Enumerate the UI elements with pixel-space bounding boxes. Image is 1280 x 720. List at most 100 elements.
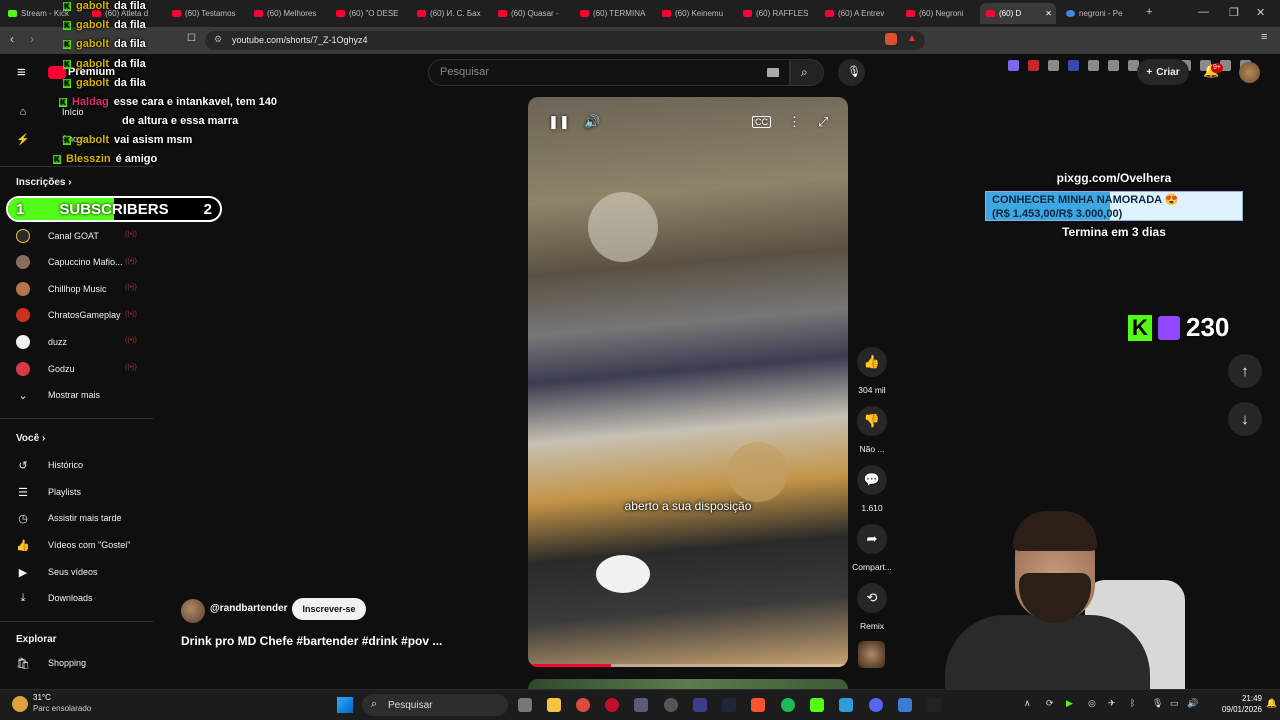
comments-button[interactable]: 💬 1.610 [852,465,892,513]
extension-icon[interactable] [1068,60,1079,71]
share-button[interactable]: ➦ Compart... [852,524,892,572]
back-icon[interactable]: ‹ [10,32,14,46]
file-explorer-icon[interactable] [547,698,561,712]
browser-tab[interactable]: (60) TERMINA [580,3,650,24]
extension-icon[interactable] [1028,60,1039,71]
hamburger-menu-icon[interactable]: ≡ [17,64,26,81]
extension-icon[interactable] [1088,60,1099,71]
tray-icon[interactable]: ▶ [1066,698,1073,709]
windows-start-icon[interactable] [337,697,353,713]
you-heading[interactable]: Você › [16,433,45,444]
dislike-button[interactable]: 👎 Não ... [852,406,892,454]
close-tab-icon[interactable]: ✕ [1045,9,1052,18]
pause-icon[interactable]: ❚❚ [548,114,570,130]
subscriptions-heading[interactable]: Inscrições › [16,177,72,188]
tray-expand-icon[interactable]: ∧ [1024,698,1031,709]
tray-icon[interactable]: ⟳ [1046,698,1054,709]
extension-icon[interactable] [1008,60,1019,71]
bookmark-icon[interactable]: ☐ [187,33,196,44]
clock-time[interactable]: 21:49 [1222,694,1262,703]
channel-name[interactable]: @randbartender [210,603,288,614]
voice-search-button[interactable]: 🎙 [838,59,865,86]
browser-tab[interactable]: (60) И. С. Бах [417,3,487,24]
volume-icon[interactable]: 🔊 [584,114,600,130]
sidebar-item-liked[interactable]: 👍 Vídeos com "Gostei" [16,536,130,554]
search-button[interactable]: ⌕ [790,59,824,86]
network-icon[interactable]: ▭ [1170,698,1179,709]
chrome-icon[interactable] [576,698,590,712]
video-progress-bar[interactable] [528,664,848,667]
previous-short-button[interactable]: ↑ [1228,354,1262,388]
close-window-icon[interactable]: ✕ [1256,6,1265,19]
volume-icon[interactable]: 🔊 [1187,698,1198,709]
brave-rewards-icon[interactable]: ▲ [907,33,917,44]
shorts-video-player[interactable]: ❚❚ 🔊 CC ⋮ ⤢ aberto a sua disposição [528,97,848,667]
kick-app-icon[interactable] [810,698,824,712]
forward-icon[interactable]: › [30,32,34,46]
browser-tab[interactable]: (60) Testamos [172,3,242,24]
sidebar-item-watch-later[interactable]: ◷ Assistir mais tarde [16,509,121,527]
restore-icon[interactable]: ❐ [1229,6,1239,19]
tray-icon[interactable]: ✈ [1108,698,1116,709]
create-button[interactable]: + Criar [1137,59,1189,85]
channel-avatar[interactable] [181,599,205,623]
discord-icon[interactable] [869,698,883,712]
browser-tab[interactable]: (60) Melhores [254,3,324,24]
sidebar-item-playlists[interactable]: ☰ Playlists [16,483,81,501]
app-icon[interactable] [898,698,912,712]
sidebar-channel[interactable]: ChratosGameplay [16,306,121,324]
browser-tab-active[interactable]: (60) D ✕ [980,3,1056,24]
audio-thumbnail[interactable] [858,641,885,668]
browser-tab[interactable]: (60) A Entrev [825,3,895,24]
sidebar-channel[interactable]: Capuccino Mafio... [16,253,123,271]
clock-date[interactable]: 09/01/2026 [1200,705,1262,714]
browser-tab[interactable]: (60) "O DESE [336,3,406,24]
brave-shield-icon[interactable] [885,33,897,45]
app-icon[interactable] [693,698,707,712]
fullscreen-icon[interactable]: ⤢ [818,114,828,130]
next-short-preview[interactable] [528,679,848,689]
menu-icon[interactable]: ≡ [1261,31,1267,43]
weather-icon[interactable] [12,696,28,712]
sidebar-channel[interactable]: Chillhop Music [16,280,107,298]
avatar[interactable] [1239,62,1260,83]
steam-icon[interactable] [722,698,736,712]
video-title[interactable]: Drink pro MD Chefe #bartender #drink #po… [181,634,442,648]
task-view-icon[interactable] [518,698,532,712]
show-more-button[interactable]: ⌄ Mostrar mais [16,386,100,404]
site-info-icon[interactable]: ⚙ [214,34,222,45]
new-tab-icon[interactable]: + [1146,6,1152,18]
opera-icon[interactable] [605,698,619,712]
brave-icon[interactable] [751,698,765,712]
microphone-icon[interactable]: 🎙 [1152,698,1163,709]
extension-icon[interactable] [1048,60,1059,71]
minimize-icon[interactable]: — [1198,6,1209,18]
bluetooth-icon[interactable]: ᛒ [1130,698,1135,708]
sidebar-item-history[interactable]: ↺ Histórico [16,456,83,474]
sidebar-item-shopping[interactable]: 🛍 Shopping [16,654,86,672]
search-input[interactable]: Pesquisar [428,59,790,86]
sidebar-channel[interactable]: Canal GOAT [16,227,99,245]
sidebar-channel[interactable]: duzz [16,333,67,351]
taskbar-search[interactable]: ⌕ Pesquisar [362,694,508,716]
keyboard-icon[interactable] [767,68,779,77]
tray-icon[interactable]: ◎ [1088,698,1096,709]
next-short-button[interactable]: ↓ [1228,402,1262,436]
sidebar-item-your-videos[interactable]: ▶ Seus vídeos [16,563,98,581]
subscribe-button[interactable]: Inscrever-se [292,598,366,620]
app-icon[interactable] [664,698,678,712]
puzzle-icon[interactable] [1108,60,1119,71]
obs-icon[interactable] [927,698,941,712]
app-icon[interactable] [839,698,853,712]
sidebar-item-downloads[interactable]: ⤓ Downloads [16,589,93,607]
address-bar[interactable]: ⚙ youtube.com/shorts/7_Z-1Oghyz4 ▲ [205,31,925,50]
browser-tab[interactable]: (60) RAFFLES [743,3,813,24]
spotify-icon[interactable] [781,698,795,712]
browser-tab[interactable]: negroni - Pe [1066,3,1136,24]
browser-tab[interactable]: (60) Quasar - [498,3,568,24]
app-icon[interactable] [634,698,648,712]
notification-center-icon[interactable]: 🔔 [1266,698,1277,709]
browser-tab[interactable]: (60) Keinemu [662,3,732,24]
sidebar-channel[interactable]: Godzu [16,360,75,378]
captions-icon[interactable]: CC [752,116,771,128]
